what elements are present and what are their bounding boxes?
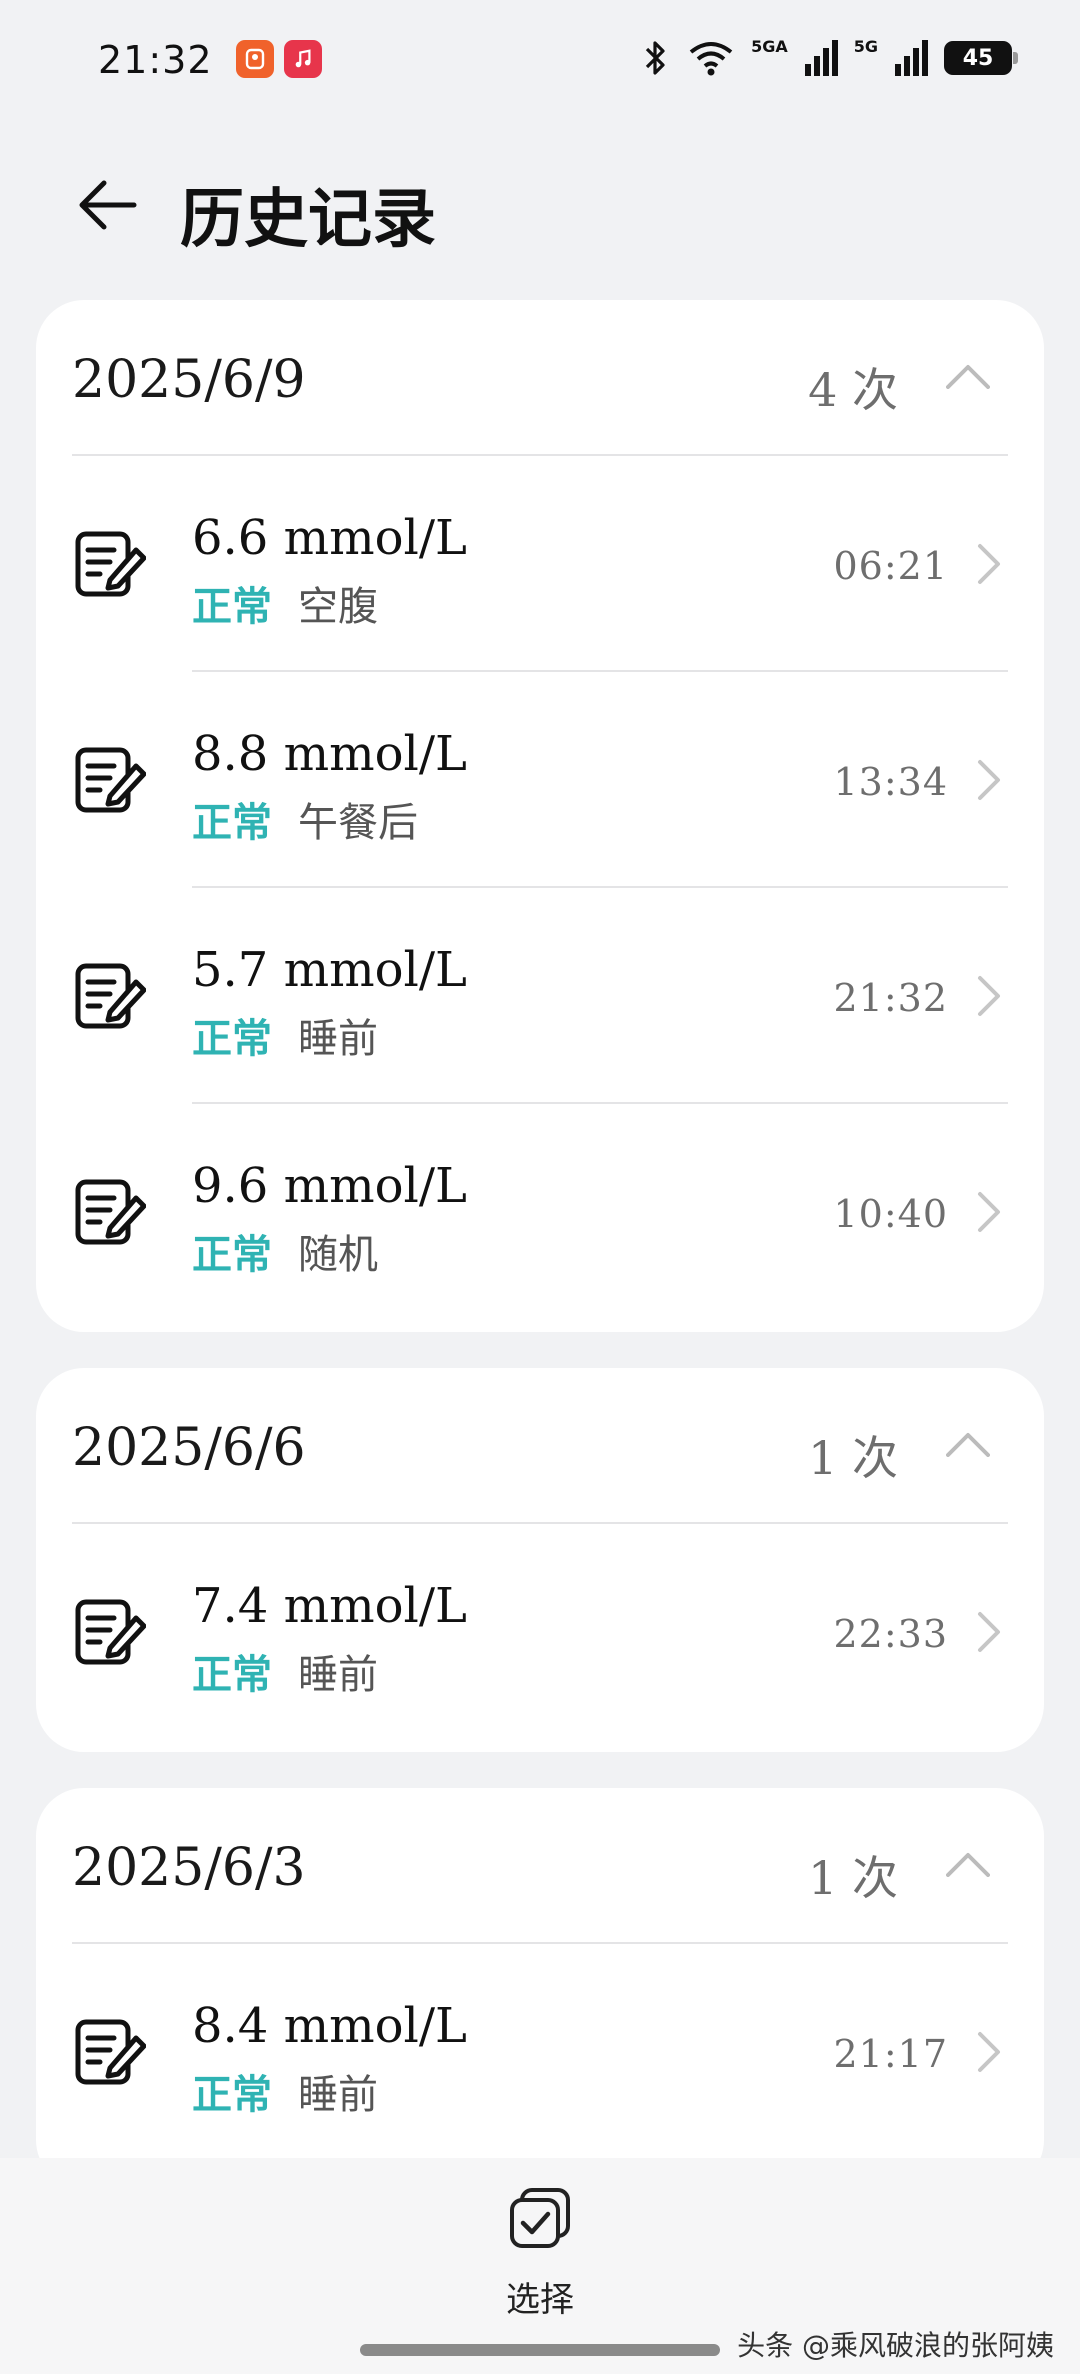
record-status: 正常 xyxy=(192,2072,272,2118)
record-type: 睡前 xyxy=(298,2072,378,2118)
back-button[interactable] xyxy=(66,170,146,240)
record-row[interactable]: 6.6 mmol/L 正常 空腹 06:21 xyxy=(36,456,1044,672)
record-status: 正常 xyxy=(192,1232,272,1278)
group-date: 2025/6/6 xyxy=(72,1418,306,1478)
record-row[interactable]: 7.4 mmol/L 正常 睡前 22:33 xyxy=(36,1524,1044,1740)
date-group-card: 2025/6/6 1 次 7.4 mmol/L 正常 睡前 22:33 xyxy=(36,1368,1044,1752)
date-group-card: 2025/6/9 4 次 6.6 mmol/L 正常 空腹 06:21 8.8 … xyxy=(36,300,1044,1332)
record-status: 正常 xyxy=(192,1652,272,1698)
collapse-button[interactable] xyxy=(928,1834,1008,1894)
page-title: 历史记录 xyxy=(180,182,436,257)
record-type: 睡前 xyxy=(298,1652,378,1698)
record-type: 睡前 xyxy=(298,1016,378,1062)
status-bar: 21:32 5GA 5G 45 xyxy=(0,0,1080,120)
record-row[interactable]: 8.8 mmol/L 正常 午餐后 13:34 xyxy=(36,672,1044,888)
record-note-icon xyxy=(75,1599,146,1665)
watermark-text: 头条 @乘风破浪的张阿姨 xyxy=(737,2329,1054,2362)
record-value: 9.6 mmol/L xyxy=(192,1158,467,1214)
notification-app-icon xyxy=(236,40,274,78)
bottom-action-bar: 选择 头条 @乘风破浪的张阿姨 xyxy=(0,2158,1080,2374)
record-row[interactable]: 8.4 mmol/L 正常 睡前 21:17 xyxy=(36,1944,1044,2160)
group-date: 2025/6/3 xyxy=(72,1838,306,1898)
date-group-card: 2025/6/3 1 次 8.4 mmol/L 正常 睡前 21:17 xyxy=(36,1788,1044,2188)
chevron-up-icon xyxy=(946,1853,990,1877)
record-value: 8.4 mmol/L xyxy=(192,1998,467,2054)
chevron-right-icon xyxy=(978,760,1000,800)
record-note-icon xyxy=(75,531,146,597)
record-value: 8.8 mmol/L xyxy=(192,726,467,782)
record-time: 06:21 xyxy=(833,544,948,588)
record-status: 正常 xyxy=(192,800,272,846)
status-time: 21:32 xyxy=(98,38,213,82)
record-status: 正常 xyxy=(192,1016,272,1062)
music-app-icon xyxy=(284,40,322,78)
record-note-icon xyxy=(75,747,146,813)
signal-icon xyxy=(804,40,838,76)
record-time: 21:32 xyxy=(833,976,948,1020)
record-type: 随机 xyxy=(298,1232,378,1278)
chevron-right-icon xyxy=(978,1192,1000,1232)
collapse-button[interactable] xyxy=(928,346,1008,406)
date-group-header: 2025/6/6 1 次 xyxy=(72,1368,1008,1524)
battery-indicator: 45 xyxy=(944,41,1018,75)
record-time: 10:40 xyxy=(833,1192,948,1236)
chevron-up-icon xyxy=(946,365,990,389)
network-label-5ga: 5GA xyxy=(751,36,788,56)
group-date: 2025/6/9 xyxy=(72,350,306,410)
group-count: 4 次 xyxy=(808,363,898,417)
record-note-icon xyxy=(75,2019,146,2085)
page-header: 历史记录 xyxy=(0,150,1080,260)
home-indicator[interactable] xyxy=(360,2344,720,2356)
chevron-right-icon xyxy=(978,976,1000,1016)
record-value: 5.7 mmol/L xyxy=(192,942,467,998)
record-row[interactable]: 5.7 mmol/L 正常 睡前 21:32 xyxy=(36,888,1044,1104)
record-note-icon xyxy=(75,963,146,1029)
chevron-right-icon xyxy=(978,544,1000,584)
multi-select-checkbox-icon xyxy=(510,2188,570,2248)
wifi-icon xyxy=(689,42,733,76)
record-time: 13:34 xyxy=(833,760,948,804)
collapse-button[interactable] xyxy=(928,1414,1008,1474)
chevron-up-icon xyxy=(946,1433,990,1457)
date-group-header: 2025/6/9 4 次 xyxy=(72,300,1008,456)
group-count: 1 次 xyxy=(808,1431,898,1485)
chevron-right-icon xyxy=(978,2032,1000,2072)
bluetooth-icon xyxy=(645,41,665,75)
record-type: 空腹 xyxy=(298,584,378,630)
group-count: 1 次 xyxy=(808,1851,898,1905)
network-label-5g: 5G xyxy=(853,36,878,56)
select-label: 选择 xyxy=(506,2280,574,2320)
record-type: 午餐后 xyxy=(298,800,418,846)
record-value: 7.4 mmol/L xyxy=(192,1578,467,1634)
date-group-header: 2025/6/3 1 次 xyxy=(72,1788,1008,1944)
record-time: 21:17 xyxy=(833,2032,948,2076)
record-status: 正常 xyxy=(192,584,272,630)
back-arrow-icon xyxy=(79,180,137,230)
select-button[interactable]: 选择 xyxy=(480,2186,600,2326)
record-value: 6.6 mmol/L xyxy=(192,510,467,566)
record-row[interactable]: 9.6 mmol/L 正常 随机 10:40 xyxy=(36,1104,1044,1320)
signal-icon-2 xyxy=(895,40,928,76)
record-note-icon xyxy=(75,1179,146,1245)
chevron-right-icon xyxy=(978,1612,1000,1652)
status-icons: 5GA 5G 45 xyxy=(641,36,1018,80)
record-time: 22:33 xyxy=(833,1612,948,1656)
